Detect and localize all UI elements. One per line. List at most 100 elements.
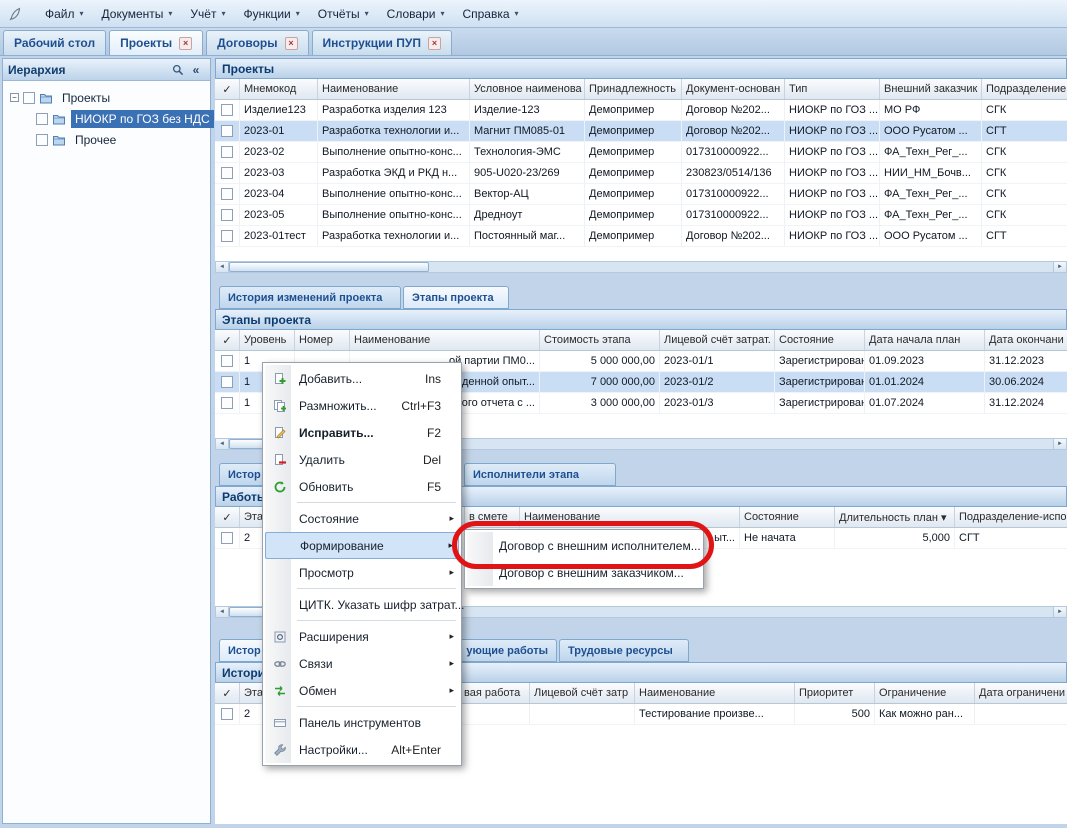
column-header[interactable]: Длительность план ▾ xyxy=(835,507,955,527)
context-menu-item[interactable]: Просмотр▸ xyxy=(265,559,459,586)
tab-works-2[interactable]: Исполнители этапа xyxy=(464,463,616,486)
search-icon[interactable] xyxy=(169,61,187,79)
column-header[interactable]: ✓ xyxy=(215,330,240,350)
table-row[interactable]: 2023-02Выполнение опытно-конс...Технолог… xyxy=(215,142,1067,163)
tab-stages-1[interactable]: Этапы проекта xyxy=(403,286,509,309)
column-header[interactable]: Номер xyxy=(295,330,350,350)
column-header[interactable]: Внешний заказчик xyxy=(880,79,982,99)
checkbox[interactable] xyxy=(221,167,233,179)
column-header[interactable]: Стоимость этапа xyxy=(540,330,660,350)
table-row[interactable]: 2023-05Выполнение опытно-конс...Дредноут… xyxy=(215,205,1067,226)
checkbox[interactable] xyxy=(36,113,48,125)
checkbox[interactable] xyxy=(221,104,233,116)
checkbox[interactable] xyxy=(221,397,233,409)
column-header[interactable]: Наименование xyxy=(350,330,540,350)
column-header[interactable]: Дата окончани xyxy=(985,330,1067,350)
column-header[interactable]: ✓ xyxy=(215,507,240,527)
context-menu-item[interactable]: Добавить...Ins xyxy=(265,365,459,392)
column-header[interactable]: Дата ограничени xyxy=(975,683,1067,703)
checkbox[interactable] xyxy=(221,209,233,221)
checkbox[interactable] xyxy=(221,376,233,388)
context-menu-item[interactable]: Размножить...Ctrl+F3 xyxy=(265,392,459,419)
column-header[interactable]: вая работа xyxy=(460,683,530,703)
column-header[interactable]: Наименование xyxy=(318,79,470,99)
scroll-right-button[interactable]: ► xyxy=(1053,262,1066,272)
tree-item[interactable]: НИОКР по ГОЗ без НДС xyxy=(6,108,207,129)
table-row[interactable]: 2023-03Разработка ЭКД и РКД н...905-U020… xyxy=(215,163,1067,184)
workspace-tab[interactable]: Проекты× xyxy=(109,30,203,55)
context-menu-item[interactable]: Состояние▸ xyxy=(265,505,459,532)
close-icon[interactable]: × xyxy=(428,37,441,50)
checkbox[interactable] xyxy=(221,532,233,544)
submenu-item[interactable]: Договор с внешним исполнителем... xyxy=(467,532,701,559)
tree-item[interactable]: −Проекты xyxy=(6,87,207,108)
table-row[interactable]: 2023-01тестРазработка технологии и...Пос… xyxy=(215,226,1067,247)
table-row[interactable]: Изделие123Разработка изделия 123Изделие-… xyxy=(215,100,1067,121)
close-icon[interactable]: × xyxy=(179,37,192,50)
table-row[interactable]: 2023-04Выполнение опытно-конс...Вектор-А… xyxy=(215,184,1067,205)
table-row[interactable]: 2023-01Разработка технологии и...Магнит … xyxy=(215,121,1067,142)
checkbox[interactable] xyxy=(221,355,233,367)
checkbox[interactable] xyxy=(36,134,48,146)
menubar-item[interactable]: Документы▾ xyxy=(93,3,182,25)
tree-item[interactable]: Прочее xyxy=(6,129,207,150)
scroll-left-button[interactable]: ◄ xyxy=(216,262,229,272)
scroll-right-button[interactable]: ► xyxy=(1053,439,1066,449)
tab-stages-0[interactable]: История изменений проекта xyxy=(219,286,401,309)
column-header[interactable]: Приоритет xyxy=(795,683,875,703)
horizontal-scrollbar[interactable]: ◄► xyxy=(215,261,1067,273)
collapse-icon[interactable]: « xyxy=(187,61,205,79)
context-menu-item[interactable]: Панель инструментов xyxy=(265,709,459,736)
checkbox[interactable] xyxy=(23,92,35,104)
column-header[interactable]: Ограничение xyxy=(875,683,975,703)
context-menu-item[interactable]: ЦИТК. Указать шифр затрат... xyxy=(265,591,459,618)
checkbox[interactable] xyxy=(221,230,233,242)
column-header[interactable]: Мнемокод xyxy=(240,79,318,99)
column-header[interactable]: ✓ xyxy=(215,79,240,99)
menubar-item[interactable]: Файл▾ xyxy=(36,3,93,25)
context-menu-item[interactable]: Расширения▸ xyxy=(265,623,459,650)
column-header[interactable]: Тип xyxy=(785,79,880,99)
menubar-item[interactable]: Функции▾ xyxy=(234,3,308,25)
menubar-item[interactable]: Отчёты▾ xyxy=(309,3,378,25)
scrollbar-thumb[interactable] xyxy=(229,262,429,272)
column-header[interactable]: Состояние xyxy=(775,330,865,350)
menubar-item[interactable]: Словари▾ xyxy=(378,3,454,25)
scroll-left-button[interactable]: ◄ xyxy=(216,607,229,617)
workspace-tab[interactable]: Инструкции ПУП× xyxy=(312,30,452,55)
column-header[interactable]: Уровень xyxy=(240,330,295,350)
checkbox[interactable] xyxy=(221,125,233,137)
scroll-left-button[interactable]: ◄ xyxy=(216,439,229,449)
context-menu-item[interactable]: Исправить...F2 xyxy=(265,419,459,446)
column-header[interactable]: ✓ xyxy=(215,683,240,703)
menubar-item[interactable]: Справка▾ xyxy=(453,3,527,25)
column-header[interactable]: Документ-основан xyxy=(682,79,785,99)
column-header[interactable]: Условное наименова xyxy=(470,79,585,99)
checkbox[interactable] xyxy=(221,146,233,158)
column-header[interactable]: Наименование xyxy=(635,683,795,703)
column-header[interactable]: Лицевой счёт затр xyxy=(530,683,635,703)
column-header[interactable]: в смете xyxy=(465,507,520,527)
column-header[interactable]: Подразделение xyxy=(982,79,1067,99)
column-header[interactable]: Подразделение-испо xyxy=(955,507,1067,527)
workspace-tab[interactable]: Договоры× xyxy=(206,30,308,55)
checkbox[interactable] xyxy=(221,708,233,720)
column-header[interactable]: Наименование xyxy=(520,507,740,527)
expander-icon[interactable]: − xyxy=(10,93,19,102)
column-header[interactable]: Дата начала план xyxy=(865,330,985,350)
context-menu-item[interactable]: Обмен▸ xyxy=(265,677,459,704)
scroll-right-button[interactable]: ► xyxy=(1053,607,1066,617)
close-icon[interactable]: × xyxy=(285,37,298,50)
submenu-item[interactable]: Договор с внешним заказчиком... xyxy=(467,559,701,586)
column-header[interactable]: Принадлежность xyxy=(585,79,682,99)
context-menu-item[interactable]: ОбновитьF5 xyxy=(265,473,459,500)
menubar-item[interactable]: Учёт▾ xyxy=(181,3,234,25)
column-header[interactable]: Состояние xyxy=(740,507,835,527)
context-menu-item[interactable]: Настройки...Alt+Enter xyxy=(265,736,459,763)
workspace-tab[interactable]: Рабочий стол xyxy=(3,30,106,55)
checkbox[interactable] xyxy=(221,188,233,200)
context-menu-item[interactable]: Формирование▸ xyxy=(265,532,459,559)
context-menu-item[interactable]: УдалитьDel xyxy=(265,446,459,473)
tab-resources-2[interactable]: Трудовые ресурсы xyxy=(559,639,689,662)
column-header[interactable]: Лицевой счёт затрат. xyxy=(660,330,775,350)
